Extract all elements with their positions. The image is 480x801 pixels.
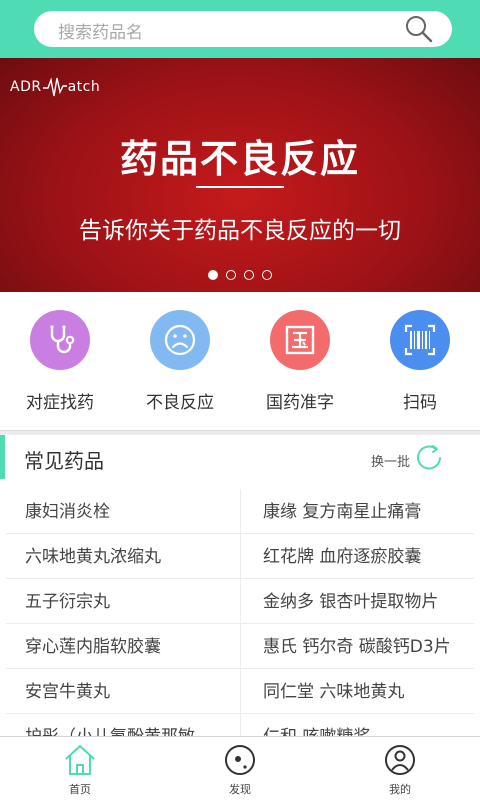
tab-label: 首页	[69, 783, 91, 796]
discover-icon[interactable]	[223, 743, 257, 777]
tab-label: 发现	[229, 783, 251, 796]
logo-text-left: ADR	[10, 79, 42, 95]
drug-item[interactable]: 穿心莲内脂软胶囊	[25, 624, 230, 668]
quick-action-approval-number[interactable]: 国药准字	[240, 292, 360, 430]
drug-item[interactable]: 康妇消炎栓	[25, 489, 230, 533]
carousel-indicators	[0, 270, 480, 280]
banner-subtitle: 告诉你关于药品不良反应的一切	[79, 218, 401, 244]
profile-icon[interactable]	[383, 743, 417, 777]
sad-face-icon[interactable]	[150, 310, 210, 370]
search-placeholder[interactable]: 搜索药品名	[58, 18, 143, 43]
banner-title: 药品不良反应	[119, 137, 360, 181]
banner-carousel[interactable]: ADR atch 药品不良反应 告诉你关于药品不良反应的一切	[0, 58, 480, 292]
section-title: 常见药品	[24, 449, 104, 473]
search-icon[interactable]	[404, 14, 434, 44]
drug-item[interactable]: 五子衍宗丸	[25, 579, 230, 623]
drug-item[interactable]: 同仁堂 六味地黄丸	[263, 669, 473, 713]
quick-action-label: 国药准字	[266, 393, 334, 413]
adr-watch-logo: ADR atch	[10, 76, 100, 98]
drug-item[interactable]: 康缘 复方南星止痛膏	[263, 489, 473, 533]
carousel-dot[interactable]	[262, 270, 272, 280]
common-drugs-header: 常见药品 换一批	[0, 435, 480, 479]
drug-item[interactable]: 安宫牛黄丸	[25, 669, 230, 713]
quick-action-symptom-search[interactable]: 对症找药	[0, 292, 120, 430]
tab-profile[interactable]: 我的	[320, 737, 480, 801]
drug-row: 五子衍宗丸 金纳多 银杏叶提取物片	[0, 579, 480, 624]
refresh-icon[interactable]	[414, 443, 444, 473]
quick-action-adverse-reaction[interactable]: 不良反应	[120, 292, 240, 430]
home-icon[interactable]	[63, 743, 97, 777]
tab-home[interactable]: 首页	[0, 737, 160, 801]
search-bar[interactable]: 搜索药品名	[34, 11, 452, 47]
stethoscope-icon[interactable]	[30, 310, 90, 370]
bottom-tab-bar: 首页 发现 我的	[0, 736, 480, 801]
drug-row: 穿心莲内脂软胶囊 惠氏 钙尔奇 碳酸钙D3片	[0, 624, 480, 669]
banner-divider	[196, 186, 284, 188]
top-bar: 搜索药品名	[0, 0, 480, 58]
logo-text-right: atch	[67, 79, 101, 95]
drug-item[interactable]: 惠氏 钙尔奇 碳酸钙D3片	[263, 624, 473, 668]
tab-discover[interactable]: 发现	[160, 737, 320, 801]
barcode-scan-icon[interactable]	[390, 310, 450, 370]
drug-row: 六味地黄丸浓缩丸 红花牌 血府逐瘀胶囊	[0, 534, 480, 579]
quick-action-label: 扫码	[403, 393, 437, 413]
carousel-dot[interactable]	[226, 270, 236, 280]
section-accent-bar	[0, 435, 5, 479]
refresh-batch-button[interactable]: 换一批	[371, 451, 410, 470]
carousel-dot[interactable]	[208, 270, 218, 280]
common-drugs-grid: 康妇消炎栓 康缘 复方南星止痛膏 六味地黄丸浓缩丸 红花牌 血府逐瘀胶囊 五子衍…	[0, 489, 480, 759]
quick-action-label: 对症找药	[26, 393, 94, 413]
drug-row: 康妇消炎栓 康缘 复方南星止痛膏	[0, 489, 480, 534]
quick-action-scan[interactable]: 扫码	[360, 292, 480, 430]
drug-item[interactable]: 金纳多 银杏叶提取物片	[263, 579, 473, 623]
tab-label: 我的	[389, 783, 411, 796]
carousel-dot[interactable]	[244, 270, 254, 280]
heartbeat-w-icon	[42, 77, 67, 97]
guo-character-icon[interactable]	[270, 310, 330, 370]
drug-item[interactable]: 红花牌 血府逐瘀胶囊	[263, 534, 473, 578]
drug-item[interactable]: 六味地黄丸浓缩丸	[25, 534, 230, 578]
quick-action-label: 不良反应	[146, 393, 214, 413]
drug-row: 安宫牛黄丸 同仁堂 六味地黄丸	[0, 669, 480, 714]
quick-actions: 对症找药 不良反应 国药准字 扫码	[0, 292, 480, 430]
